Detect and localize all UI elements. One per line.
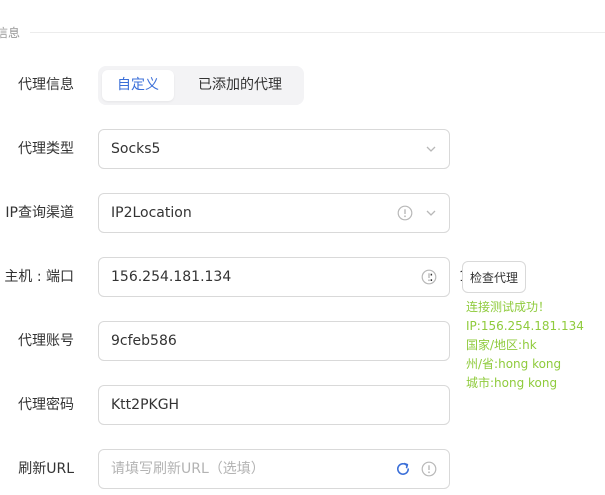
chevron-down-icon	[426, 210, 436, 216]
refresh-icon[interactable]	[395, 461, 411, 477]
account-label: 代理账号	[18, 333, 74, 349]
result-ip: IP:156.254.181.134	[466, 319, 584, 333]
refresh-url-input[interactable]: 请填写刷新URL（选填）	[98, 449, 450, 489]
segment-added-proxies[interactable]: 已添加的代理	[182, 70, 298, 101]
password-label: 代理密码	[18, 397, 74, 413]
password-input[interactable]: Ktt2PKGH	[98, 385, 450, 425]
result-status: 连接测试成功！	[466, 300, 551, 314]
info-icon[interactable]	[397, 205, 413, 221]
host-port-field: 156.254.181.134 : 13806	[98, 257, 504, 297]
ip-channel-select[interactable]: IP2Location	[98, 193, 450, 233]
proxy-info-segmented-control: 自定义 已添加的代理	[98, 66, 304, 105]
proxy-type-label: 代理类型	[18, 141, 74, 157]
segment-custom[interactable]: 自定义	[102, 70, 174, 101]
account-value: 9cfeb586	[111, 333, 177, 349]
section-title: 信息	[0, 26, 21, 40]
chevron-down-icon	[426, 146, 436, 152]
password-value: Ktt2PKGH	[111, 397, 180, 413]
proxy-type-select[interactable]: Socks5	[98, 129, 450, 169]
result-country: 国家/地区:hk	[466, 338, 537, 352]
result-state: 州/省:hong kong	[466, 357, 562, 371]
ip-channel-label: IP查询渠道	[5, 205, 74, 221]
ip-channel-value: IP2Location	[111, 205, 192, 221]
info-icon[interactable]	[421, 269, 437, 285]
refresh-url-placeholder: 请填写刷新URL（选填）	[111, 461, 265, 477]
check-proxy-button[interactable]: 检查代理	[462, 261, 526, 293]
account-input[interactable]: 9cfeb586	[98, 321, 450, 361]
check-result: 连接测试成功！ IP:156.254.181.134 国家/地区:hk 州/省:…	[466, 298, 584, 393]
section-divider	[30, 32, 605, 33]
host-input[interactable]: 156.254.181.134	[111, 258, 231, 296]
refresh-url-label: 刷新URL	[18, 461, 74, 477]
proxy-type-value: Socks5	[111, 141, 161, 157]
info-icon[interactable]	[421, 461, 437, 477]
proxy-info-label: 代理信息	[18, 77, 74, 93]
host-port-label: 主机 : 端口	[4, 269, 74, 285]
result-city: 城市:hong kong	[466, 376, 558, 390]
